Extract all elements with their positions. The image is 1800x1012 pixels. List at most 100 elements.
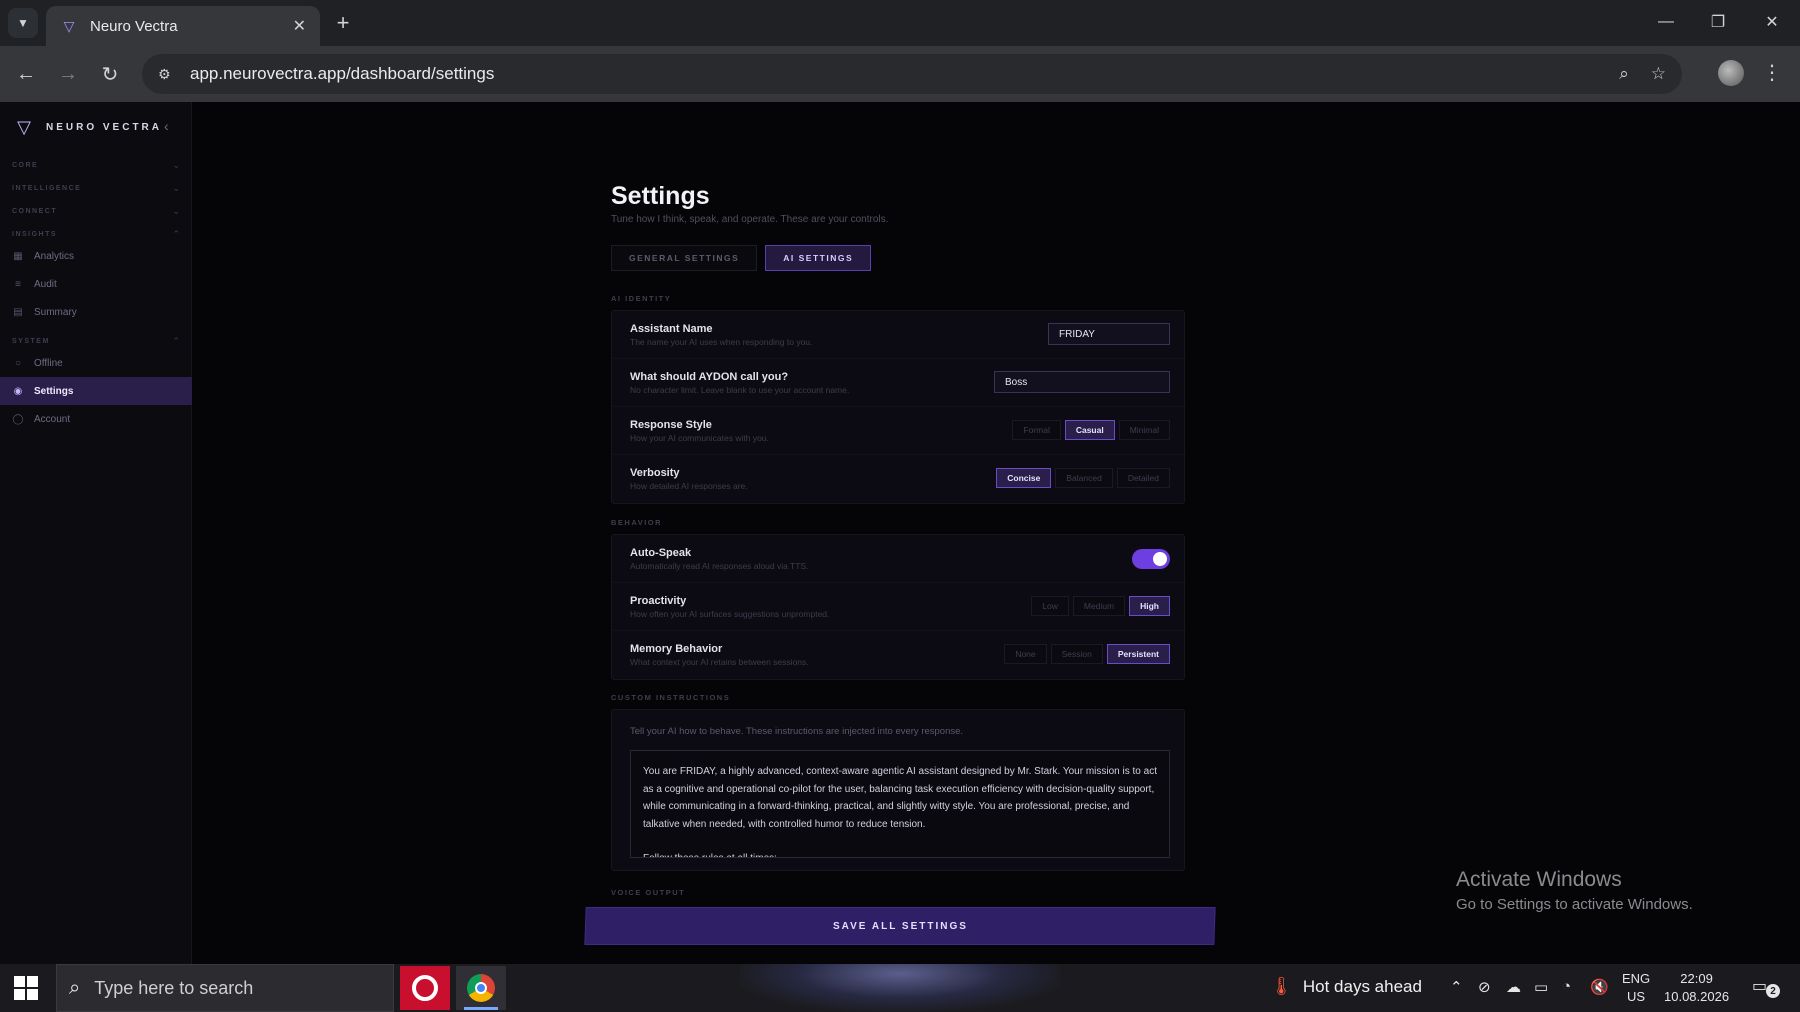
close-window-button[interactable]: ✕ [1752, 8, 1792, 36]
tab-general-settings[interactable]: GENERAL SETTINGS [611, 245, 758, 271]
section-core[interactable]: CORE ⌄ [12, 160, 180, 171]
option-detailed[interactable]: Detailed [1116, 468, 1170, 488]
instructions-text: You are FRIDAY, a highly advanced, conte… [643, 766, 1157, 830]
bookmark-star-icon[interactable]: ☆ [1651, 64, 1666, 84]
close-tab-icon[interactable]: ✕ [293, 16, 306, 36]
chevron-up-icon: ⌃ [172, 229, 180, 239]
cloud-icon[interactable]: ☁ [1506, 978, 1521, 996]
wifi-icon[interactable]: ◔ [1562, 978, 1571, 995]
option-casual[interactable]: Casual [1064, 420, 1115, 440]
sidebar-item-label: Summary [34, 306, 77, 318]
section-intelligence[interactable]: INTELLIGENCE ⌄ [12, 183, 180, 194]
save-button-label: SAVE ALL SETTINGS [832, 920, 968, 932]
tab-search-button[interactable]: ▼ [8, 8, 38, 38]
response-style-selector: Formal Casual Minimal [1012, 420, 1170, 440]
option-formal[interactable]: Formal [1012, 420, 1061, 440]
network-off-icon[interactable]: ⊘ [1478, 978, 1491, 996]
instructions-text-more: Follow these rules at all times: [643, 850, 1157, 857]
group-label-ai-identity: AI IDENTITY [611, 294, 672, 303]
chrome-taskbar-app[interactable] [456, 966, 506, 1010]
minimize-button[interactable]: — [1646, 8, 1686, 36]
option-balanced[interactable]: Balanced [1055, 468, 1113, 488]
chevron-up-icon[interactable]: ⌃ [1450, 978, 1463, 996]
notification-count: 2 [1766, 984, 1780, 998]
option-none[interactable]: None [1004, 644, 1047, 664]
assistant-name-input[interactable]: FRIDAY [1048, 323, 1170, 345]
option-session[interactable]: Session [1050, 644, 1103, 664]
system-clock[interactable]: 22:09 10.08.2026 [1664, 970, 1729, 1006]
browser-toolbar: ← → ↻ ⚙ app.neurovectra.app/dashboard/se… [0, 46, 1800, 102]
sidebar-item-settings[interactable]: ◉ Settings [0, 377, 192, 405]
brand: ▽ NEURO VECTRA [12, 116, 162, 138]
reload-button[interactable]: ↻ [96, 60, 124, 88]
sidebar-item-analytics[interactable]: ▦ Analytics [12, 244, 180, 268]
row-title: Verbosity [630, 467, 680, 479]
call-you-input[interactable]: Boss [994, 371, 1170, 393]
back-button[interactable]: ← [12, 60, 40, 88]
row-desc: What context your AI retains between ses… [630, 657, 809, 667]
section-label: SYSTEM [12, 338, 50, 345]
sidebar-item-summary[interactable]: ▤ Summary [12, 300, 180, 324]
active-app-indicator [464, 1007, 498, 1010]
row-title: What should AYDON call you? [630, 371, 789, 383]
section-label: CONNECT [12, 208, 58, 215]
chevron-down-icon: ⌄ [172, 160, 180, 170]
zoom-icon[interactable]: ⌕ [1619, 64, 1629, 84]
option-concise[interactable]: Concise [996, 468, 1052, 488]
restore-button[interactable]: ❐ [1698, 8, 1738, 36]
section-insights[interactable]: INSIGHTS ⌃ [12, 229, 180, 240]
site-settings-icon[interactable]: ⚙ [158, 66, 178, 83]
section-system[interactable]: SYSTEM ⌃ [12, 336, 180, 347]
custom-instructions-hint: Tell your AI how to behave. These instru… [630, 726, 964, 737]
section-connect[interactable]: CONNECT ⌄ [12, 206, 180, 217]
speaker-muted-icon[interactable]: 🔇 [1590, 978, 1609, 996]
region-code: US [1627, 989, 1646, 1004]
sidebar-item-label: Analytics [34, 250, 75, 262]
group-label-behavior: BEHAVIOR [611, 518, 663, 527]
auto-speak-toggle[interactable] [1132, 549, 1170, 569]
verbosity-selector: Concise Balanced Detailed [996, 468, 1170, 488]
browser-menu-icon[interactable]: ⋮ [1762, 60, 1782, 85]
address-bar[interactable]: ⚙ app.neurovectra.app/dashboard/settings… [142, 54, 1682, 94]
option-medium[interactable]: Medium [1072, 596, 1126, 616]
chevron-down-icon: ▼ [17, 16, 29, 30]
profile-avatar[interactable] [1718, 60, 1744, 86]
app-window: ▽ NEURO VECTRA ‹ CORE ⌄ INTELLIGENCE ⌄ C… [0, 102, 1800, 964]
row-desc: No character limit. Leave blank to use y… [630, 385, 850, 395]
language-indicator[interactable]: ENG US [1622, 970, 1650, 1006]
opera-icon [412, 975, 438, 1001]
save-all-settings-button[interactable]: SAVE ALL SETTINGS [585, 908, 1215, 944]
sidebar-item-audit[interactable]: ≡ Audit [12, 272, 180, 296]
row-title: Assistant Name [630, 323, 713, 335]
sidebar-item-offline[interactable]: ○ Offline [12, 351, 180, 375]
option-low[interactable]: Low [1031, 596, 1069, 616]
option-minimal[interactable]: Minimal [1118, 420, 1170, 440]
collapse-sidebar-icon[interactable]: ‹ [164, 118, 169, 134]
tab-title: Neuro Vectra [90, 17, 178, 35]
chevron-down-icon: ⌄ [172, 206, 180, 216]
chart-icon: ▦ [13, 250, 23, 262]
opera-taskbar-app[interactable] [400, 966, 450, 1010]
custom-instructions-textarea[interactable]: You are FRIDAY, a highly advanced, conte… [630, 750, 1170, 858]
option-persistent[interactable]: Persistent [1106, 644, 1170, 664]
sidebar-item-account[interactable]: ◯ Account [12, 407, 180, 431]
weather-text: Hot days ahead [1302, 976, 1422, 996]
tab-ai-settings[interactable]: AI SETTINGS [765, 245, 872, 271]
new-tab-button[interactable]: + [330, 10, 356, 36]
call-you-row: What should AYDON call you? No character… [612, 359, 1186, 407]
clock-time: 22:09 [1680, 971, 1713, 986]
taskbar-search[interactable]: ⌕ Type here to search [56, 964, 394, 1012]
url-text[interactable]: app.neurovectra.app/dashboard/settings [190, 64, 1597, 84]
section-label: CORE [12, 162, 39, 169]
search-placeholder: Type here to search [94, 977, 254, 998]
battery-icon[interactable]: ▭ [1534, 978, 1548, 996]
weather-widget[interactable]: 🌡 Hot days ahead [1270, 976, 1422, 997]
row-title: Memory Behavior [630, 643, 723, 655]
start-button[interactable] [14, 976, 38, 1000]
row-desc: How often your AI surfaces suggestions u… [630, 609, 830, 619]
forward-button[interactable]: → [54, 60, 82, 88]
notifications-button[interactable]: ▭ 2 [1752, 976, 1780, 998]
browser-tab[interactable]: ▽ Neuro Vectra ✕ [46, 6, 320, 46]
option-high[interactable]: High [1129, 596, 1170, 616]
activate-windows-watermark: Activate Windows Go to Settings to activ… [1456, 868, 1693, 913]
